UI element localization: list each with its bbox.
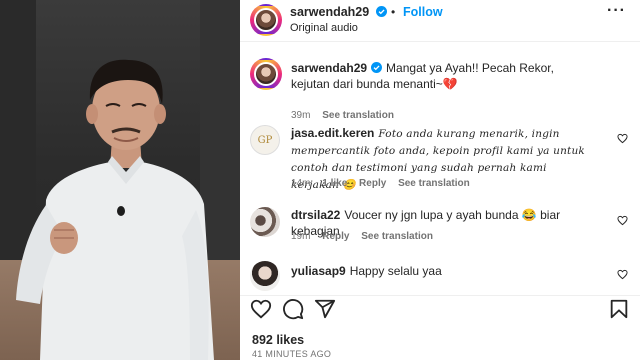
comments-list[interactable]: sarwendah29 Mangat ya Ayah!! Pecah Rekor,… xyxy=(240,43,640,293)
separator-dot: • xyxy=(391,5,396,19)
see-translation-link[interactable]: See translation xyxy=(322,110,394,121)
heart-icon[interactable] xyxy=(250,298,272,320)
caption-text-block: sarwendah29 Mangat ya Ayah!! Pecah Rekor,… xyxy=(291,60,591,92)
likes-count[interactable]: 892 likes xyxy=(252,333,304,347)
comment-like-heart-icon[interactable] xyxy=(617,215,628,226)
comment-likes[interactable]: 1 like xyxy=(322,178,347,189)
caption-username[interactable]: sarwendah29 xyxy=(291,61,367,75)
comment-time: 19m xyxy=(291,231,311,242)
reply-button[interactable]: Reply xyxy=(322,231,349,242)
post-timestamp[interactable]: 41 MINUTES AGO xyxy=(252,349,331,359)
comment-text-block: yuliasap9 Happy selalu yaa xyxy=(291,263,591,279)
post-header: sarwendah29 • Follow Original audio ··· xyxy=(240,0,640,42)
comment-icon[interactable] xyxy=(282,298,304,320)
comment-meta: 19m Reply See translation xyxy=(291,231,442,242)
author-username[interactable]: sarwendah29 xyxy=(290,5,387,19)
post-media[interactable] xyxy=(0,0,240,360)
comment-username[interactable]: dtrsila22 xyxy=(291,208,340,222)
comment-like-heart-icon[interactable] xyxy=(617,269,628,280)
verified-badge-icon xyxy=(371,62,383,73)
post-action-bar xyxy=(240,298,640,322)
verified-badge-icon xyxy=(375,6,387,17)
caption-avatar[interactable] xyxy=(250,58,282,90)
follow-button[interactable]: Follow xyxy=(403,5,443,19)
bookmark-icon[interactable] xyxy=(608,298,630,320)
comment-username[interactable]: jasa.edit.keren xyxy=(291,126,374,140)
author-avatar[interactable] xyxy=(250,4,282,36)
caption-meta: 39m See translation xyxy=(291,110,403,121)
share-icon[interactable] xyxy=(314,298,336,320)
comment-avatar[interactable] xyxy=(250,261,280,291)
audio-label[interactable]: Original audio xyxy=(290,22,358,34)
comment-text: Happy selalu yaa xyxy=(349,264,442,278)
comment-username[interactable]: yuliasap9 xyxy=(291,264,346,278)
see-translation-link[interactable]: See translation xyxy=(361,231,433,242)
post-details-panel: sarwendah29 • Follow Original audio ··· … xyxy=(240,0,640,360)
comment-meta: 14m 1 like Reply See translation xyxy=(291,178,479,189)
actions-divider xyxy=(240,295,640,296)
comment-avatar[interactable]: GP xyxy=(250,125,280,155)
reply-button[interactable]: Reply xyxy=(359,178,386,189)
comment-like-heart-icon[interactable] xyxy=(617,133,628,144)
see-translation-link[interactable]: See translation xyxy=(398,178,470,189)
comment-time: 14m xyxy=(291,178,311,189)
caption-time: 39m xyxy=(291,110,311,121)
comment-avatar[interactable] xyxy=(250,207,280,237)
person-illustration xyxy=(0,0,240,360)
more-options-icon[interactable]: ··· xyxy=(607,2,626,20)
